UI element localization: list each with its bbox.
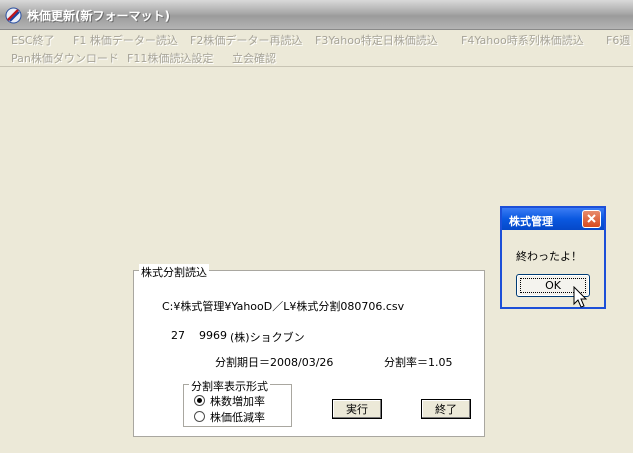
record-name: (株)ショクブン	[230, 331, 305, 344]
dialog-close-button[interactable]	[582, 210, 601, 228]
menu-item-session-check[interactable]: 立会確認	[232, 50, 276, 66]
menu-item-f6-weekly[interactable]: F6週	[606, 32, 630, 48]
split-date-label: 分割期日＝2008/03/26	[215, 356, 334, 369]
execute-button[interactable]: 実行	[332, 399, 382, 419]
radio-price-decrease-label[interactable]: 株価低減率	[210, 409, 265, 425]
radio-selected-dot	[197, 398, 202, 403]
menu-bar: ESC終了 F1 株価データー読込 F2株価データー再読込 F3Yahoo特定日…	[0, 30, 633, 66]
ratio-format-group-title: 分割率表示形式	[189, 378, 270, 394]
dialog-title-bar[interactable]: 株式管理	[502, 208, 604, 230]
close-button[interactable]: 終了	[421, 399, 471, 419]
stock-split-group-title: 株式分割読込	[139, 264, 209, 280]
split-ratio-label: 分割率＝1.05	[384, 356, 453, 369]
menu-item-f11-settings[interactable]: F11株価読込設定	[127, 50, 213, 66]
menu-item-f4-yahoo-series[interactable]: F4Yahoo時系列株価読込	[461, 32, 584, 48]
close-icon	[587, 214, 596, 223]
dialog-title: 株式管理	[509, 215, 553, 228]
mouse-cursor-icon	[573, 286, 588, 308]
menu-item-f3-yahoo-date[interactable]: F3Yahoo特定日株価読込	[315, 32, 438, 48]
file-path-label: C:¥株式管理¥YahooD／L¥株式分割080706.csv	[162, 300, 405, 313]
title-bar[interactable]: 株価更新(新フォーマット)	[0, 0, 633, 30]
radio-share-increase-label[interactable]: 株数増加率	[210, 393, 265, 409]
record-index: 27	[171, 329, 185, 342]
radio-share-increase[interactable]	[194, 395, 205, 406]
app-icon	[5, 7, 22, 24]
window-title: 株価更新(新フォーマット)	[27, 9, 170, 23]
menu-item-f1-load[interactable]: F1 株価データー読込	[73, 32, 178, 48]
radio-price-decrease[interactable]	[194, 411, 205, 422]
menu-item-pan-download[interactable]: Pan株価ダウンロード	[11, 50, 119, 66]
menu-item-esc-exit[interactable]: ESC終了	[11, 32, 55, 48]
menu-item-f2-reload[interactable]: F2株価データー再読込	[190, 32, 302, 48]
record-code: 9969	[199, 329, 227, 342]
dialog-message: 終わったよ！	[516, 250, 582, 263]
message-dialog: 株式管理 終わったよ！ OK	[500, 206, 606, 309]
